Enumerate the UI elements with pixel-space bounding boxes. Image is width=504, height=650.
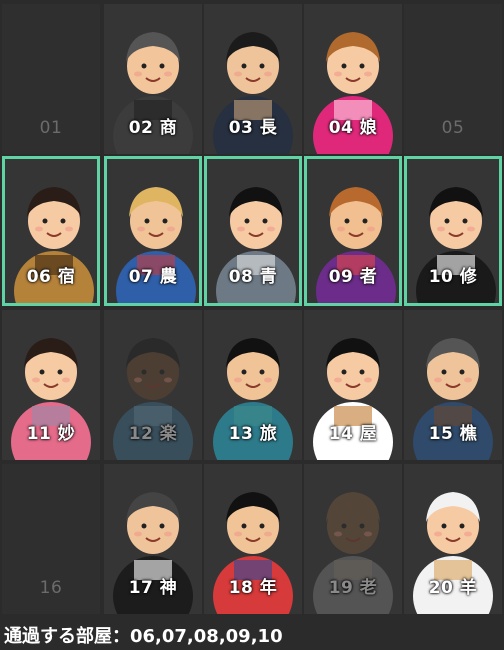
room-label: 11 妙 <box>26 424 76 444</box>
room-cell[interactable]: 19 老 <box>304 464 402 614</box>
room-cell[interactable]: 07 農 <box>104 156 202 306</box>
room-label: 02 商 <box>128 118 178 138</box>
room-cell[interactable]: 08 青 <box>204 156 302 306</box>
room-label: 18 年 <box>228 578 278 598</box>
room-label: 10 修 <box>428 267 478 287</box>
room-cell[interactable]: 05 <box>404 4 502 154</box>
passed-rooms-summary: 通過する部屋：06,07,08,09,10 <box>4 626 283 647</box>
room-cell[interactable]: 04 娘 <box>304 4 402 154</box>
room-label: 12 楽 <box>128 424 178 444</box>
room-cell[interactable]: 01 <box>2 4 100 154</box>
room-label: 07 農 <box>128 267 178 287</box>
room-label: 20 羊 <box>428 578 478 598</box>
room-cell[interactable]: 14 屋 <box>304 310 402 460</box>
room-cell[interactable]: 20 羊 <box>404 464 502 614</box>
room-label: 05 <box>441 118 465 138</box>
room-cell[interactable]: 06 宿 <box>2 156 100 306</box>
room-cell[interactable]: 10 修 <box>404 156 502 306</box>
room-label: 13 旅 <box>228 424 278 444</box>
room-label: 04 娘 <box>328 118 378 138</box>
room-cell[interactable]: 16 <box>2 464 100 614</box>
room-grid: 01 02 商 03 長 04 娘 05 06 宿 07 農 08 青 09 者 10 修 11 妙… <box>0 0 504 616</box>
room-cell[interactable]: 17 神 <box>104 464 202 614</box>
room-cell[interactable]: 13 旅 <box>204 310 302 460</box>
room-cell[interactable]: 12 楽 <box>104 310 202 460</box>
room-cell[interactable]: 02 商 <box>104 4 202 154</box>
room-cell[interactable]: 15 樵 <box>404 310 502 460</box>
room-label: 03 長 <box>228 118 278 138</box>
room-cell[interactable]: 09 者 <box>304 156 402 306</box>
room-label: 01 <box>39 118 63 138</box>
room-cell[interactable]: 18 年 <box>204 464 302 614</box>
room-label: 16 <box>39 578 63 598</box>
room-label: 06 宿 <box>26 267 76 287</box>
room-label: 19 老 <box>328 578 378 598</box>
room-label: 15 樵 <box>428 424 478 444</box>
room-cell[interactable]: 11 妙 <box>2 310 100 460</box>
room-cell[interactable]: 03 長 <box>204 4 302 154</box>
room-label: 14 屋 <box>328 424 378 444</box>
room-label: 08 青 <box>228 267 278 287</box>
room-label: 09 者 <box>328 267 378 287</box>
room-label: 17 神 <box>128 578 178 598</box>
